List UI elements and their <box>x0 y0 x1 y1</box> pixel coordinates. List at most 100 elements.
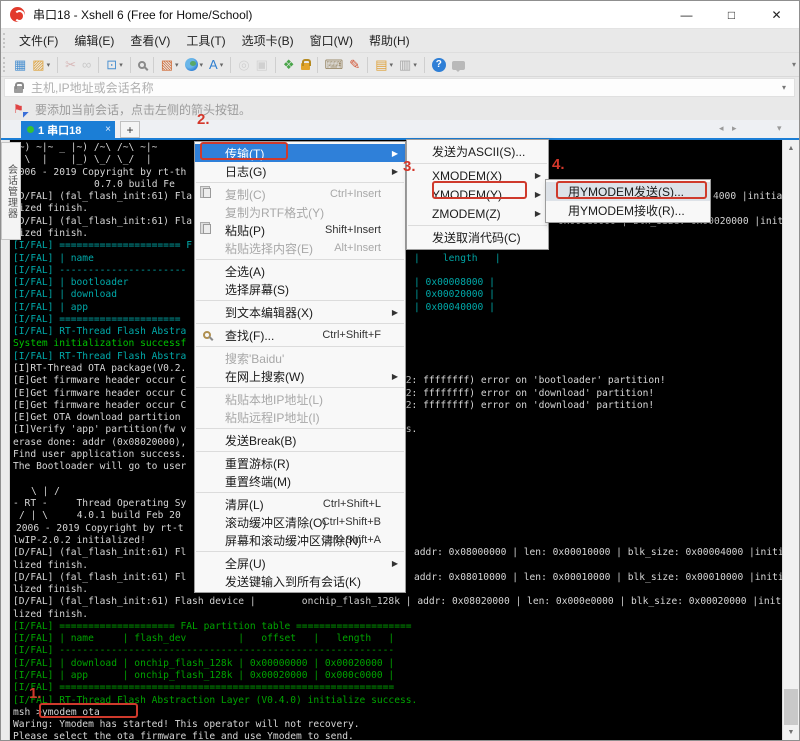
dropdown-caret-icon[interactable]: ▾ <box>413 61 417 69</box>
minimize-button[interactable]: — <box>664 1 709 29</box>
maximize-button[interactable]: □ <box>709 1 754 29</box>
menubar-item[interactable]: 编辑(E) <box>66 31 122 51</box>
close-button[interactable]: ✕ <box>754 1 799 29</box>
scroll-up-icon[interactable]: ▲ <box>783 140 799 156</box>
menu-item-label: 选择屏幕(S) <box>225 281 289 298</box>
message-button[interactable] <box>450 55 467 75</box>
context-menu-item[interactable]: 清屏(L)Ctrl+Shift+L <box>195 495 405 513</box>
help-button[interactable]: ? <box>430 55 448 75</box>
menu-item-label: 清屏(L) <box>225 496 264 513</box>
open-sessions-icon: ▨ <box>32 58 44 71</box>
context-menu-item[interactable]: 粘贴(P)Shift+Insert <box>195 221 405 239</box>
terminal-text: lized finish. <box>13 228 88 240</box>
ymodem-submenu-item[interactable]: 用YMODEM接收(R)... <box>546 201 710 220</box>
terminal-text: [D/FAL] (fal_flash_init:61) Fla <box>13 216 192 228</box>
session-properties-button[interactable]: ⊡▾ <box>104 55 124 75</box>
context-menu-item[interactable]: 到文本编辑器(X)▶ <box>195 303 405 321</box>
font-icon: A <box>209 58 218 71</box>
locale-button[interactable]: ▾ <box>183 55 206 75</box>
fullscreen-button[interactable]: ❖ <box>281 55 297 75</box>
tab-list-caret-icon[interactable]: ▾ <box>777 123 782 134</box>
scrollbar-thumb[interactable] <box>784 689 798 725</box>
new-session-button[interactable]: ▦ <box>12 55 28 75</box>
menubar-item[interactable]: 查看(V) <box>122 31 178 51</box>
tab-close-icon[interactable]: × <box>105 124 111 135</box>
active-tab-underline <box>1 138 799 140</box>
session-manager-vertical-tab[interactable]: 会话管理器 <box>1 142 21 240</box>
context-menu-item[interactable]: 日志(G)▶ <box>195 162 405 180</box>
menu-item-label: 在网上搜索(W) <box>225 368 304 385</box>
color-scheme-button[interactable]: ▧▾ <box>159 55 181 75</box>
transfer-submenu-item[interactable]: 发送为ASCII(S)... <box>407 142 548 161</box>
tab-scroll-right-icon[interactable]: ▸ <box>732 123 737 134</box>
menu-item-label: 滚动缓冲区清除(O) <box>225 514 326 531</box>
context-menu-item[interactable]: 屏幕和滚动缓冲区清除(N)Ctrl+Shift+A <box>195 531 405 549</box>
menubar-item[interactable]: 文件(F) <box>11 31 66 51</box>
menu-bar: 文件(F)编辑(E)查看(V)工具(T)选项卡(B)窗口(W)帮助(H) <box>1 29 799 53</box>
context-menu-item: 粘贴选择内容(E)Alt+Insert <box>195 239 405 257</box>
menubar-item[interactable]: 工具(T) <box>178 31 233 51</box>
context-menu-item[interactable]: 选择屏幕(S) <box>195 280 405 298</box>
toolbar-separator <box>57 57 58 73</box>
address-dropdown-caret[interactable]: ▾ <box>782 83 786 92</box>
dropdown-caret-icon[interactable]: ▾ <box>47 61 51 69</box>
menu-separator <box>196 551 404 552</box>
tab-label: 1 串口18 <box>38 122 81 138</box>
context-menu-item[interactable]: 发送键输入到所有会话(K) <box>195 572 405 590</box>
terminal-line: [I/FAL] | download | onchip_flash_128k |… <box>1 658 799 671</box>
host-address-input[interactable]: 主机,IP地址或会话名称 ▾ <box>4 78 795 97</box>
menubar-item[interactable]: 选项卡(B) <box>234 31 302 51</box>
dropdown-caret-icon[interactable]: ▾ <box>200 61 204 69</box>
layout-button[interactable]: ▥▾ <box>397 55 419 75</box>
menubar-item[interactable]: 帮助(H) <box>361 31 418 51</box>
new-session-icon: ▦ <box>14 58 26 71</box>
globe-icon <box>185 58 198 71</box>
menu-item-label: 粘贴(P) <box>225 222 265 239</box>
compose-button[interactable]: ✎ <box>347 55 362 75</box>
dropdown-caret-icon[interactable]: ▾ <box>390 61 394 69</box>
context-menu-item[interactable]: 重置游标(R) <box>195 454 405 472</box>
font-button[interactable]: A▾ <box>207 55 225 75</box>
dropdown-caret-icon[interactable]: ▾ <box>119 61 123 69</box>
keyboard-button[interactable]: ⌨ <box>323 55 346 75</box>
terminal-text: [I]Verify 'app' partition(fw v <box>13 424 186 436</box>
context-menu-item[interactable]: 查找(F)...Ctrl+Shift+F <box>195 326 405 344</box>
terminal-line: [I/FAL] --------------------------------… <box>1 645 799 658</box>
menubar-item[interactable]: 窗口(W) <box>302 31 361 51</box>
menu-item-label: ZMODEM(Z) <box>432 207 501 221</box>
terminal-line: lized finish. <box>1 609 799 622</box>
dropdown-caret-icon[interactable]: ▾ <box>175 61 179 69</box>
scroll-down-icon[interactable]: ▼ <box>783 724 799 740</box>
new-folder-button[interactable]: ▤▾ <box>373 55 395 75</box>
terminal-text: \ | / <box>31 486 60 498</box>
tab-scroll-left-icon[interactable]: ◂ <box>719 123 724 134</box>
new-tab-button[interactable]: + <box>120 121 140 138</box>
open-sessions-button[interactable]: ▨▾ <box>30 55 52 75</box>
terminal-text: [I]RT-Thread OTA package(V0.2. <box>13 363 186 375</box>
transfer-submenu-item[interactable]: ZMODEM(Z)▶ <box>407 204 548 223</box>
terminal-text: lized finish. <box>13 584 88 596</box>
toolbar-separator <box>130 57 131 73</box>
terminal-text: [E]Get firmware header occur C <box>13 388 186 400</box>
transfer-submenu-item[interactable]: 发送取消代码(C) <box>407 228 548 247</box>
terminal-scrollbar[interactable]: ▲ ▼ <box>782 140 799 740</box>
context-menu-item[interactable]: 滚动缓冲区清除(O)Ctrl+Shift+B <box>195 513 405 531</box>
tab-serial-18[interactable]: 1 串口18 × <box>21 121 115 138</box>
menu-item-label: 全屏(U) <box>225 555 266 572</box>
context-menu-item[interactable]: 发送Break(B) <box>195 431 405 449</box>
window-title: 串口18 - Xshell 6 (Free for Home/School) <box>33 6 252 23</box>
annotation-highlight-box <box>200 142 288 160</box>
dropdown-caret-icon[interactable]: ▾ <box>220 61 224 69</box>
find-button[interactable] <box>136 55 148 75</box>
terminal-text: [I/FAL] | download <box>13 289 117 301</box>
toolbar-overflow-caret[interactable]: ▾ <box>792 60 796 69</box>
paste-icon <box>203 223 211 237</box>
context-menu-item[interactable]: 重置终端(M) <box>195 472 405 490</box>
context-menu-item[interactable]: 全选(A) <box>195 262 405 280</box>
lock-button[interactable] <box>299 55 312 75</box>
reconnect-button: ∞ <box>80 55 93 75</box>
context-menu-item[interactable]: 在网上搜索(W) ▶ <box>195 367 405 385</box>
reconnect-icon: ∞ <box>82 58 91 71</box>
submenu-arrow-icon: ▶ <box>392 372 398 381</box>
context-menu-item[interactable]: 全屏(U)▶ <box>195 554 405 572</box>
